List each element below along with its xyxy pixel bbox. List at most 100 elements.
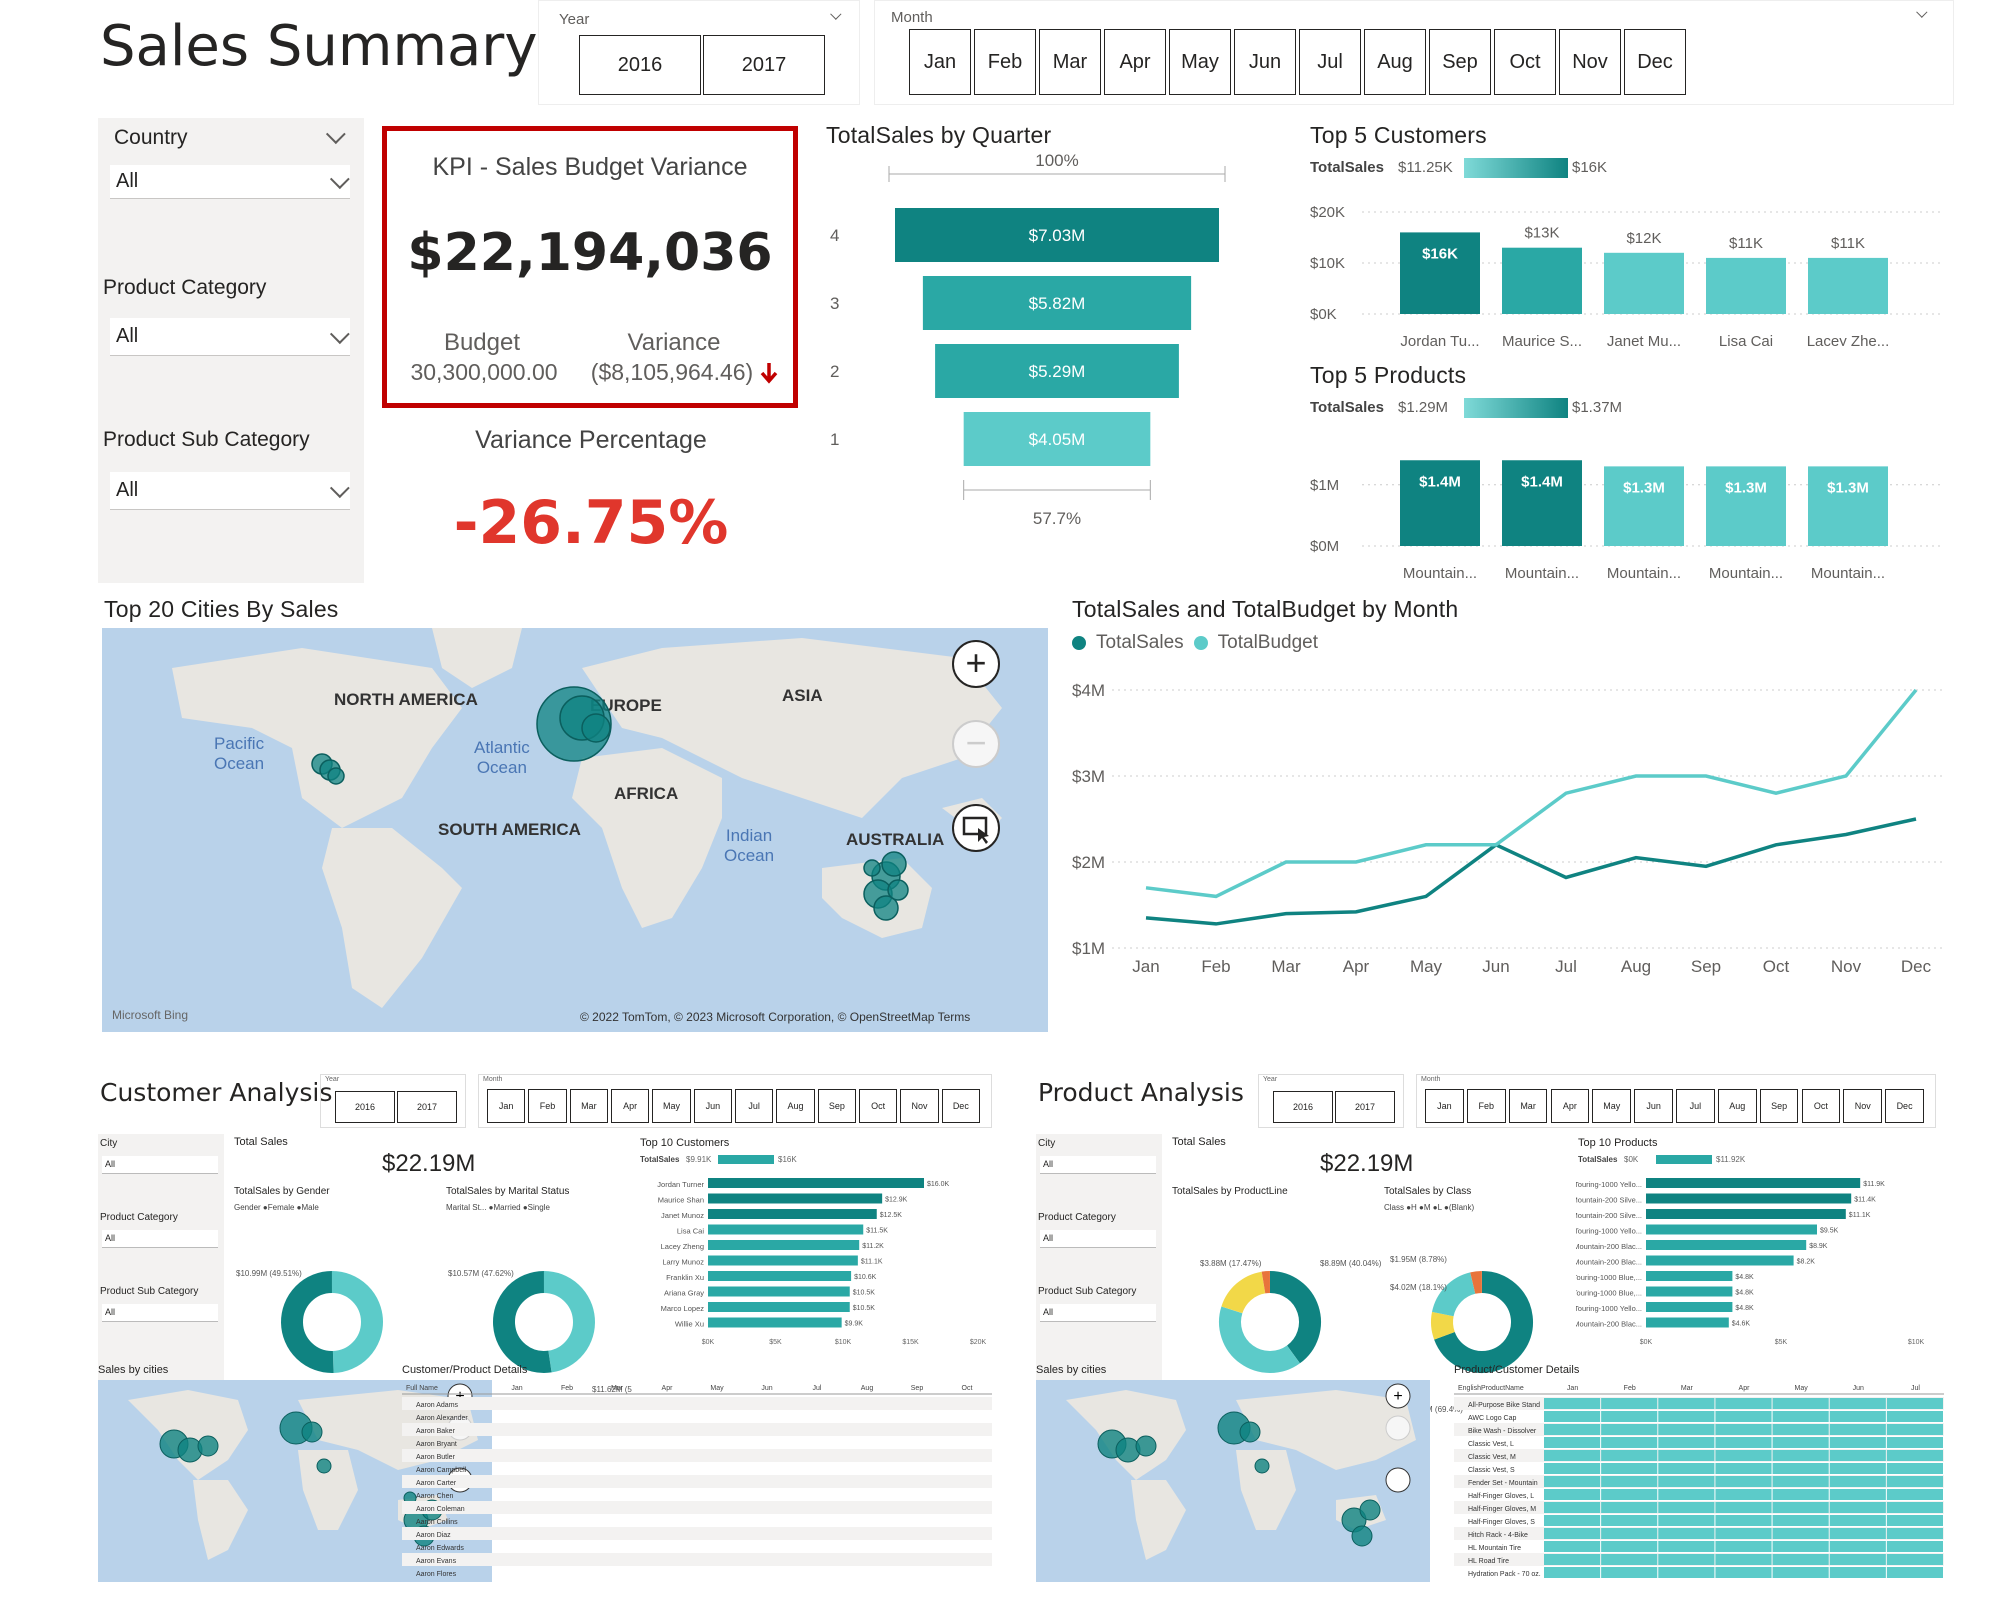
mini-filter-dropdown[interactable]: All bbox=[102, 1230, 218, 1248]
month-option-jul[interactable]: Jul bbox=[1299, 29, 1361, 95]
table-row-name: Half-Finger Gloves, S bbox=[1468, 1519, 1535, 1526]
top10-value: $8.9K bbox=[1809, 1243, 1828, 1250]
x-tick-label: Feb bbox=[1201, 957, 1230, 976]
mini-filter-dropdown[interactable]: All bbox=[1040, 1304, 1156, 1322]
table-row-bg bbox=[402, 1475, 992, 1488]
top10-value: $11.2K bbox=[862, 1243, 884, 1250]
mini-month-option[interactable]: Jun bbox=[693, 1089, 732, 1123]
product-sub-category-dropdown[interactable]: All bbox=[110, 472, 350, 510]
mini-month-option[interactable]: Sep bbox=[1759, 1089, 1799, 1123]
mini-month-option[interactable]: May bbox=[1592, 1089, 1632, 1123]
mini-filter-dropdown[interactable]: All bbox=[1040, 1156, 1156, 1174]
mini-month-option[interactable]: Feb bbox=[1466, 1089, 1506, 1123]
chevron-down-icon bbox=[329, 323, 350, 344]
mini-month-option[interactable]: Jul bbox=[735, 1089, 774, 1123]
mini-month-option[interactable]: Mar bbox=[569, 1089, 608, 1123]
mini-month-option[interactable]: Jul bbox=[1676, 1089, 1715, 1123]
year-option-2016[interactable]: 2016 bbox=[579, 35, 701, 95]
mini-month-option[interactable]: Apr bbox=[611, 1089, 650, 1123]
month-option-mar[interactable]: Mar bbox=[1039, 29, 1101, 95]
x-tick-label: Jun bbox=[1482, 957, 1509, 976]
mini-month-option[interactable]: Apr bbox=[1550, 1089, 1590, 1123]
select-area-button[interactable] bbox=[952, 804, 1000, 852]
top10-name: Mountain-200 Silve... bbox=[1576, 1196, 1642, 1205]
mini-year-option[interactable]: 2016 bbox=[335, 1091, 395, 1123]
pa-map[interactable]: + bbox=[1036, 1380, 1430, 1582]
month-option-sep[interactable]: Sep bbox=[1429, 29, 1491, 95]
table-cell bbox=[1658, 1554, 1715, 1565]
month-option-jan[interactable]: Jan bbox=[909, 29, 971, 95]
mini-month-option[interactable]: Dec bbox=[941, 1089, 980, 1123]
table-row-bg bbox=[402, 1423, 992, 1436]
y-tick-label: $1M bbox=[1310, 477, 1339, 494]
table-row-bg bbox=[402, 1501, 992, 1514]
country-dropdown[interactable]: All bbox=[110, 165, 350, 199]
mini-year-option[interactable]: 2016 bbox=[1273, 1091, 1333, 1123]
ca-details-table: Full Name Jan Feb Mar Apr May Jun Jul Aug Sep Oct A… bbox=[402, 1385, 992, 1578]
top10-bar bbox=[1646, 1286, 1733, 1297]
mini-month-option[interactable]: Nov bbox=[1843, 1089, 1883, 1123]
mini-year-option[interactable]: 2017 bbox=[397, 1091, 457, 1123]
mini-month-option[interactable]: Dec bbox=[1885, 1089, 1924, 1123]
mini-month-option[interactable]: Oct bbox=[1801, 1089, 1841, 1123]
table-cell bbox=[1886, 1528, 1943, 1539]
mini-month-option[interactable]: Jun bbox=[1634, 1089, 1673, 1123]
top10-legend-min: $9.91K bbox=[686, 1155, 712, 1164]
mini-filter-dropdown[interactable]: All bbox=[1040, 1230, 1156, 1248]
month-option-dec[interactable]: Dec bbox=[1624, 29, 1686, 95]
mini-month-option[interactable]: Aug bbox=[776, 1089, 815, 1123]
mini-filter-dropdown[interactable]: All bbox=[102, 1156, 218, 1174]
mini-month-option[interactable]: Oct bbox=[859, 1089, 898, 1123]
month-option-oct[interactable]: Oct bbox=[1494, 29, 1556, 95]
mini-filter-dropdown[interactable]: All bbox=[102, 1304, 218, 1322]
product-category-dropdown[interactable]: All bbox=[110, 318, 350, 356]
table-cell bbox=[1544, 1554, 1601, 1565]
table-row-name: Hitch Rack - 4-Bike bbox=[1468, 1532, 1528, 1539]
mini-month-option[interactable]: Jan bbox=[487, 1089, 526, 1123]
table-row-name: Hydration Pack - 70 oz. bbox=[1468, 1571, 1541, 1578]
table-cell bbox=[1715, 1528, 1772, 1539]
mini-month-option[interactable]: May bbox=[652, 1089, 691, 1123]
table-cell bbox=[1772, 1398, 1829, 1409]
legend-min: $11.25K bbox=[1398, 159, 1453, 176]
top10-bar bbox=[708, 1178, 924, 1188]
month-option-may[interactable]: May bbox=[1169, 29, 1231, 95]
column-bar bbox=[1502, 247, 1582, 314]
year-option-2017[interactable]: 2017 bbox=[703, 35, 825, 95]
top10-bar bbox=[708, 1209, 877, 1219]
table-row-name: Half-Finger Gloves, M bbox=[1468, 1506, 1536, 1513]
mini-month-option[interactable]: Jan bbox=[1425, 1089, 1464, 1123]
mini-year-option[interactable]: 2017 bbox=[1335, 1091, 1395, 1123]
product-analysis-panel: Product Analysis Year 2016 2017 Month Jan Fe… bbox=[1036, 1074, 1950, 1594]
mini-month-option[interactable]: Feb bbox=[528, 1089, 567, 1123]
top10-legend-bar bbox=[718, 1155, 774, 1164]
sales-budget-line-card: TotalSales and TotalBudget by Month Tota… bbox=[1066, 592, 1950, 1034]
month-option-nov[interactable]: Nov bbox=[1559, 29, 1621, 95]
table-cell bbox=[1601, 1463, 1658, 1474]
top10-value: $12.9K bbox=[885, 1197, 908, 1204]
zoom-out-button[interactable]: − bbox=[952, 720, 1000, 768]
select-area-icon bbox=[962, 816, 989, 844]
legend-field: TotalSales bbox=[1310, 399, 1384, 416]
month-option-apr[interactable]: Apr bbox=[1104, 29, 1166, 95]
month-option-feb[interactable]: Feb bbox=[974, 29, 1036, 95]
top10-value: $8.2K bbox=[1797, 1259, 1816, 1266]
mini-month-option[interactable]: Aug bbox=[1717, 1089, 1757, 1123]
mini-month-option[interactable]: Sep bbox=[817, 1089, 856, 1123]
zoom-in-button[interactable]: + bbox=[952, 640, 1000, 688]
variance-percentage-card: Variance Percentage -26.75% bbox=[376, 420, 806, 580]
table-row-name: All-Purpose Bike Stand bbox=[1468, 1402, 1540, 1409]
chevron-down-icon[interactable] bbox=[1916, 6, 1928, 18]
mini-month-option[interactable]: Mar bbox=[1508, 1089, 1548, 1123]
month-option-aug[interactable]: Aug bbox=[1364, 29, 1426, 95]
table-header: Feb bbox=[1624, 1385, 1636, 1392]
map-canvas[interactable]: NORTH AMERICA EUROPE ASIA AFRICA SOUTH A… bbox=[102, 628, 1048, 1032]
chevron-down-icon[interactable] bbox=[830, 8, 842, 20]
mini-month-option[interactable]: Nov bbox=[900, 1089, 939, 1123]
top10-value: $10.5K bbox=[853, 1305, 876, 1312]
month-option-jun[interactable]: Jun bbox=[1234, 29, 1296, 95]
table-cell bbox=[1658, 1411, 1715, 1422]
column-bar bbox=[1706, 257, 1786, 314]
legend-dot-sales bbox=[1072, 636, 1086, 650]
table-cell bbox=[1829, 1489, 1886, 1500]
